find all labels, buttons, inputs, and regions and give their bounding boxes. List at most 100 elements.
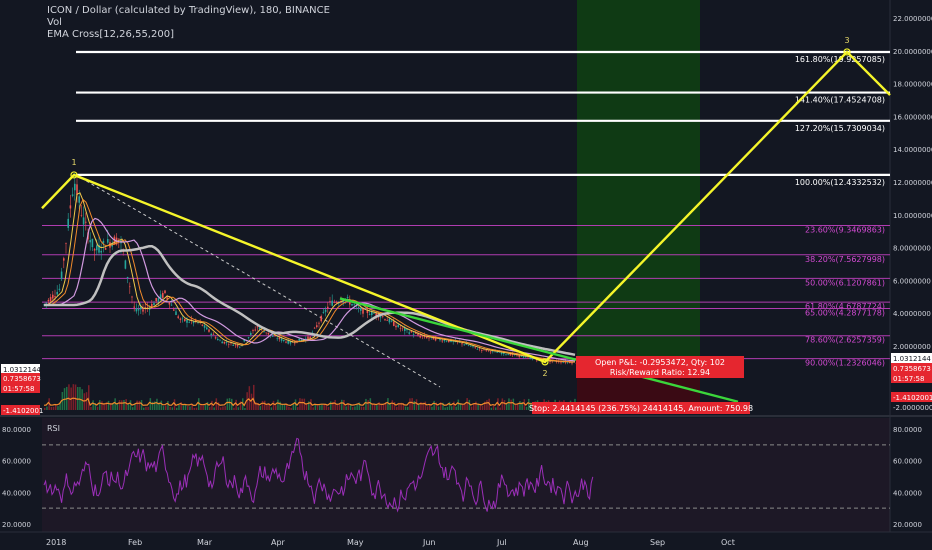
candle-body: [397, 324, 399, 328]
fib-level-label: 38.20%(7.5627998): [805, 255, 885, 264]
candle-body: [49, 297, 52, 302]
candle-body: [324, 309, 327, 312]
candle-body: [500, 352, 503, 355]
volume-bar: [503, 400, 506, 410]
volume-bar: [314, 404, 317, 410]
candle-body: [80, 215, 83, 216]
time-tick-label: Mar: [197, 538, 213, 547]
volume-bar: [312, 407, 314, 410]
candle-body: [85, 221, 87, 223]
candle-body: [118, 238, 120, 240]
candle-body: [476, 349, 479, 350]
candle-body: [283, 340, 285, 341]
volume-bar: [481, 405, 484, 410]
candle-body: [346, 297, 349, 299]
volume-bar: [266, 404, 268, 410]
price-tick-label: 22.0000000: [893, 15, 932, 23]
candle-body: [45, 302, 47, 304]
candle-body: [481, 349, 483, 351]
candle-body: [82, 217, 85, 225]
volume-bar: [160, 400, 163, 410]
candle-body: [373, 313, 375, 314]
rsi-right-tick: 60.0000: [893, 458, 922, 466]
fib-level-label: 23.60%(9.3469863): [805, 226, 885, 235]
candle-body: [69, 205, 72, 209]
candle-body: [56, 291, 58, 295]
volume-bar: [411, 398, 413, 410]
volume-bar: [451, 406, 453, 410]
left-price-label: 1.0312144: [3, 366, 41, 374]
volume-bar: [92, 400, 94, 410]
candle-body: [168, 302, 171, 305]
volume-bar: [380, 404, 383, 410]
candle-body: [252, 330, 254, 332]
volume-bar: [455, 406, 457, 410]
candle-body: [107, 239, 109, 243]
time-tick-label: Jul: [496, 538, 507, 547]
candle-body: [474, 346, 476, 348]
volume-bar: [277, 399, 279, 410]
candle-body: [278, 337, 281, 340]
volume-bar: [202, 405, 204, 410]
candle-body: [93, 248, 96, 251]
candle-body: [155, 298, 157, 302]
candle-body: [91, 238, 94, 248]
candle-body: [298, 338, 300, 342]
candle-body: [76, 184, 78, 195]
candle-body: [507, 354, 509, 356]
candle-body: [157, 298, 160, 302]
green-target-zone: [577, 0, 700, 412]
wave-point-label: 2: [542, 369, 547, 378]
volume-bar: [123, 400, 125, 410]
time-tick-label: 2018: [46, 538, 66, 547]
volume-bar: [270, 407, 273, 410]
candle-body: [322, 311, 325, 313]
volume-bar: [514, 404, 517, 410]
volume-bar: [68, 384, 70, 410]
volume-bar: [336, 404, 339, 410]
volume-bar: [50, 406, 53, 410]
candle-body: [133, 306, 135, 308]
volume-bar: [138, 400, 141, 410]
volume-bar: [96, 406, 99, 410]
candle-body: [47, 299, 50, 302]
candle-body: [388, 318, 391, 323]
volume-bar: [367, 400, 369, 410]
rsi-left-tick: 40.0000: [2, 489, 31, 497]
fib-level-label: 50.00%(6.1207861): [805, 278, 885, 287]
candle-body: [232, 344, 234, 346]
left-price-label: 01:57:58: [3, 385, 34, 393]
candle-body: [177, 316, 179, 318]
candle-body: [131, 296, 133, 298]
candle-body: [384, 319, 386, 321]
price-tick-label: 6.0000000: [893, 277, 931, 285]
candle-body: [412, 334, 415, 336]
candle-body: [153, 302, 155, 306]
time-tick-label: Apr: [271, 538, 286, 547]
volume-bar: [222, 406, 224, 410]
volume-bar: [486, 400, 488, 410]
volume-bar: [147, 406, 149, 410]
volume-bar: [444, 407, 446, 410]
volume-bar: [244, 407, 246, 410]
time-tick-label: Jun: [422, 538, 436, 547]
candle-body: [285, 341, 287, 343]
time-tick-label: Oct: [721, 538, 735, 547]
price-tick-label: 2.0000000: [893, 343, 931, 351]
candle-body: [228, 344, 230, 345]
volume-bar: [303, 398, 306, 410]
candle-body: [395, 325, 397, 328]
candle-body: [399, 328, 402, 329]
fib-level-label: 65.00%(4.2877178): [805, 308, 885, 317]
volume-bar: [125, 399, 127, 410]
candle-body: [254, 329, 256, 331]
candle-body: [562, 362, 564, 363]
open-pnl-text: Open P&L: -0.2953472, Qty: 102: [595, 358, 725, 367]
rsi-right-tick: 40.0000: [893, 489, 922, 497]
volume-bar: [431, 406, 433, 410]
volume-bar: [418, 404, 420, 410]
candle-body: [401, 327, 404, 329]
volume-bar: [253, 384, 255, 410]
volume-bar: [211, 400, 213, 410]
candle-body: [267, 332, 270, 335]
